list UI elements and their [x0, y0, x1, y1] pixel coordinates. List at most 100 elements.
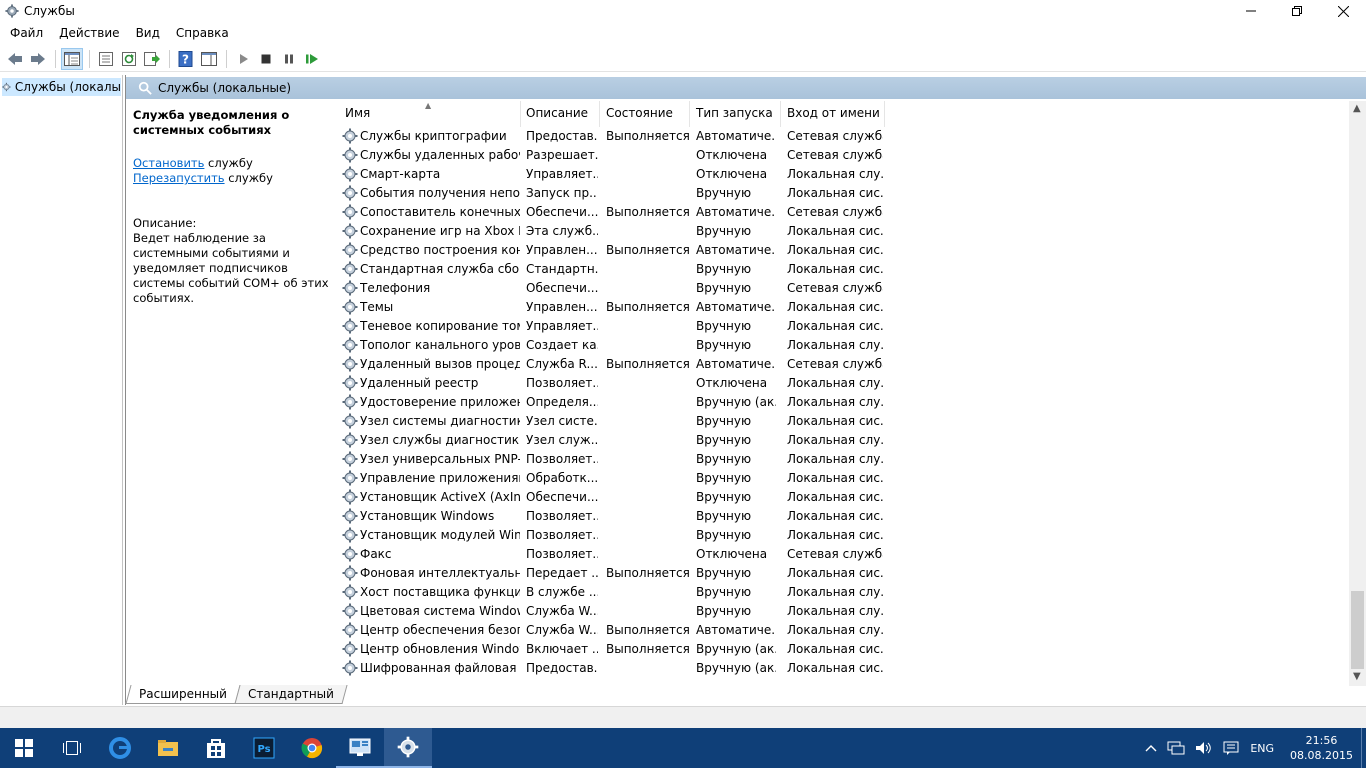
stop-service-link[interactable]: Остановить [133, 156, 204, 170]
volume-button[interactable] [1195, 741, 1213, 755]
service-gear-icon [342, 451, 358, 467]
table-vertical-scrollbar[interactable]: ▲ ▼ [1349, 101, 1366, 686]
table-row[interactable]: Сохранение игр на Xbox Li... Эта служб...… [340, 222, 1350, 241]
close-button[interactable] [1320, 0, 1366, 22]
cell-name: Удостоверение приложения [360, 395, 520, 409]
cell-log-on-as: Локальная сис... [787, 186, 883, 200]
table-row[interactable]: Центр обеспечения безоп... Служба W... Вып… [340, 621, 1350, 640]
table-row[interactable]: Сопоставитель конечных ... Обеспечи... Вып… [340, 203, 1350, 222]
menu-view[interactable]: Вид [128, 22, 168, 44]
menu-help[interactable]: Справка [168, 22, 237, 44]
menu-file[interactable]: Файл [2, 22, 51, 44]
tab-standard[interactable]: Стандартный [234, 685, 348, 704]
show-action-pane-button[interactable] [198, 48, 220, 70]
task-view-button[interactable] [48, 728, 96, 768]
restore-button[interactable] [1274, 0, 1320, 22]
export-list-button[interactable] [141, 48, 163, 70]
cell-startup-type: Вручную [696, 509, 752, 523]
pause-service-button[interactable] [278, 48, 300, 70]
start-button[interactable] [0, 728, 48, 768]
clock[interactable]: 21:56 08.08.2015 [1290, 733, 1353, 763]
menu-bar: Файл Действие Вид Справка [0, 22, 1366, 44]
cell-name: Теневое копирование тома [360, 319, 520, 333]
taskbar-control-panel[interactable] [336, 728, 384, 768]
table-row[interactable]: Средство построения кон... Управлен... Вып… [340, 241, 1350, 260]
service-gear-icon [342, 166, 358, 182]
network-button[interactable] [1167, 741, 1185, 755]
cell-startup-type: Вручную [696, 281, 752, 295]
menu-action[interactable]: Действие [51, 22, 127, 44]
table-row[interactable]: Стандартная служба сбор... Стандартн... Вр… [340, 260, 1350, 279]
stop-service-button[interactable] [255, 48, 277, 70]
table-row[interactable]: События получения непо... Запуск пр... Вру… [340, 184, 1350, 203]
table-row[interactable]: Темы Управлен... Выполняется Автоматиче... Л… [340, 298, 1350, 317]
taskbar-file-explorer[interactable] [144, 728, 192, 768]
column-header-status[interactable]: Состояние [606, 106, 673, 120]
cell-log-on-as: Локальная сис... [787, 224, 883, 238]
column-header-description[interactable]: Описание [526, 106, 588, 120]
tree-item-services-local[interactable]: Службы (локалы [2, 78, 121, 96]
table-row[interactable]: Узел системы диагностики Узел систе... Вру… [340, 412, 1350, 431]
table-row[interactable]: Удостоверение приложения Определя... Вручн… [340, 393, 1350, 412]
cell-startup-type: Вручную [696, 414, 752, 428]
forward-button[interactable] [27, 48, 49, 70]
cell-log-on-as: Локальная сис... [787, 490, 883, 504]
taskbar-services[interactable] [384, 728, 432, 768]
table-row[interactable]: Телефония Обеспечи... Вручную Сетевая служб… [340, 279, 1350, 298]
start-service-button[interactable] [232, 48, 254, 70]
show-console-tree-button[interactable] [61, 47, 83, 70]
table-row[interactable]: Хост поставщика функци... В службе ... Вру… [340, 583, 1350, 602]
table-row[interactable]: Цветовая система Window... Служба W... Вру… [340, 602, 1350, 621]
restart-service-link[interactable]: Перезапустить [133, 171, 225, 185]
cell-name: Сохранение игр на Xbox Li... [360, 224, 520, 238]
scroll-down-icon[interactable]: ▼ [1353, 671, 1361, 682]
cell-log-on-as: Локальная слу... [787, 452, 883, 466]
table-row[interactable]: Установщик модулей Win... Позволяет... Вру… [340, 526, 1350, 545]
restart-service-button[interactable] [301, 48, 323, 70]
minimize-button[interactable] [1228, 0, 1274, 22]
toolbar: ? [0, 46, 1366, 72]
taskbar-store[interactable] [192, 728, 240, 768]
taskbar-photoshop[interactable]: Ps [240, 728, 288, 768]
action-center-button[interactable] [1223, 741, 1239, 755]
cell-startup-type: Вручную [696, 338, 752, 352]
table-row[interactable]: Факс Позволяет... Отключена Сетевая служба [340, 545, 1350, 564]
cell-description: Служба W... [526, 623, 598, 637]
table-row[interactable]: Фоновая интеллектуальна... Передает ... Вы… [340, 564, 1350, 583]
table-row[interactable]: Смарт-карта Управляет... Отключена Локальна… [340, 165, 1350, 184]
column-header-log-on-as[interactable]: Вход от имени [787, 106, 880, 120]
back-button[interactable] [4, 48, 26, 70]
column-header-name[interactable]: Имя [345, 106, 370, 120]
show-desktop-button[interactable] [1361, 728, 1366, 768]
help-button[interactable]: ? [175, 48, 197, 70]
tab-extended[interactable]: Расширенный [125, 685, 241, 704]
cell-description: Создает ка... [526, 338, 598, 352]
console-tree-icon [64, 51, 80, 66]
table-row[interactable]: Шифрованная файловая с... Предостав... Вру… [340, 659, 1350, 678]
table-row[interactable]: Центр обновления Windows Включает ... Выпо… [340, 640, 1350, 659]
back-arrow-icon [8, 52, 22, 65]
table-row[interactable]: Узел универсальных PNP-... Позволяет... Вр… [340, 450, 1350, 469]
table-row[interactable]: Службы удаленных рабоч... Разрешает... Отк… [340, 146, 1350, 165]
taskbar-chrome[interactable] [288, 728, 336, 768]
input-language[interactable]: ENG [1250, 742, 1274, 755]
table-row[interactable]: Установщик Windows Позволяет... Вручную Лок… [340, 507, 1350, 526]
cell-name: Узел системы диагностики [360, 414, 520, 428]
table-row[interactable]: Теневое копирование тома Управляет... Вруч… [340, 317, 1350, 336]
cell-log-on-as: Сетевая служба [787, 281, 883, 295]
scroll-up-icon[interactable]: ▲ [1353, 103, 1361, 114]
scrollbar-thumb[interactable] [1351, 591, 1364, 669]
column-header-startup-type[interactable]: Тип запуска [696, 106, 773, 120]
properties-button[interactable] [95, 48, 117, 70]
taskbar-edge[interactable] [96, 728, 144, 768]
table-row[interactable]: Управление приложениями Обработк... Вручну… [340, 469, 1350, 488]
table-row[interactable]: Установщик ActiveX (AxIns... Обеспечи... В… [340, 488, 1350, 507]
table-row[interactable]: Тополог канального уровня Создает ка... Вр… [340, 336, 1350, 355]
table-row[interactable]: Удаленный вызов процеду... Служба R... Вып… [340, 355, 1350, 374]
cell-description: Управлен... [526, 300, 598, 314]
show-hidden-icons-button[interactable] [1145, 744, 1157, 752]
table-row[interactable]: Узел службы диагностики Узел служ... Вручн… [340, 431, 1350, 450]
refresh-button[interactable] [118, 48, 140, 70]
table-row[interactable]: Удаленный реестр Позволяет... Отключена Лок… [340, 374, 1350, 393]
table-row[interactable]: Службы криптографии Предостав... Выполняет… [340, 127, 1350, 146]
